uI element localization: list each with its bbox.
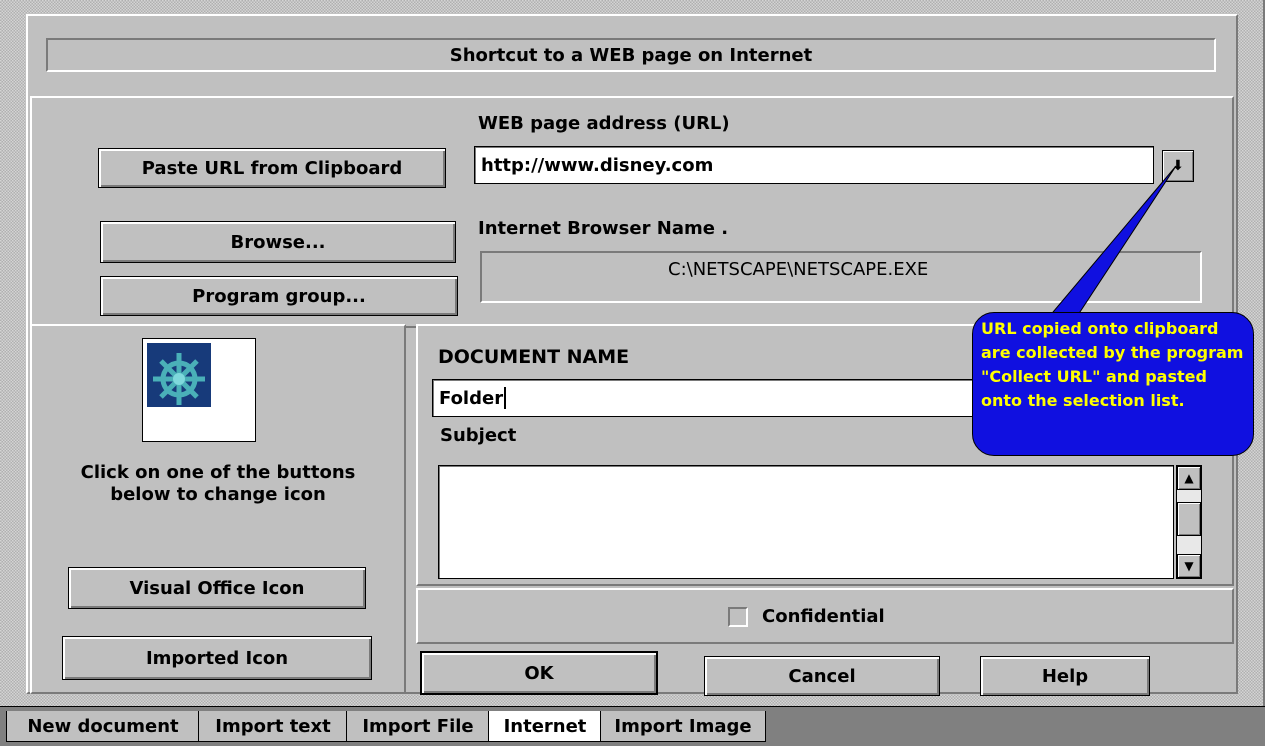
tab-new-document[interactable]: New document bbox=[6, 711, 200, 742]
tab-import-text-label: Import text bbox=[215, 715, 331, 737]
tab-import-file[interactable]: Import File bbox=[346, 711, 490, 742]
tab-import-image[interactable]: Import Image bbox=[600, 711, 766, 742]
callout-text: URL copied onto clipboard are collected … bbox=[981, 319, 1244, 410]
tab-import-text[interactable]: Import text bbox=[198, 711, 348, 742]
callout-bubble: URL copied onto clipboard are collected … bbox=[972, 312, 1254, 456]
tab-new-document-label: New document bbox=[27, 715, 179, 737]
tab-strip: New document Import text Import File Int… bbox=[0, 706, 1265, 746]
tab-internet-label: Internet bbox=[503, 715, 587, 737]
tab-import-file-label: Import File bbox=[362, 715, 474, 737]
tab-import-image-label: Import Image bbox=[614, 715, 752, 737]
tab-internet[interactable]: Internet bbox=[488, 711, 602, 742]
